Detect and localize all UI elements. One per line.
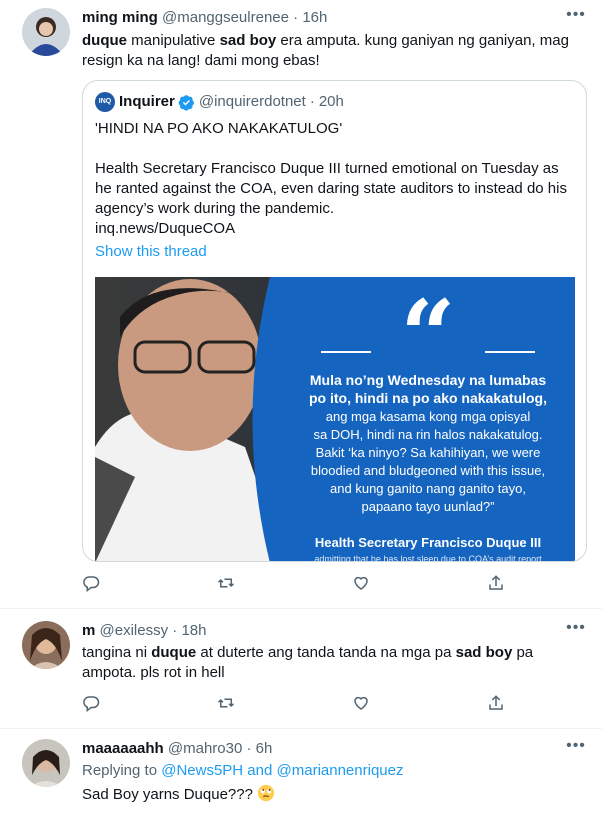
replying-and: and [243,762,277,779]
display-name[interactable]: ming ming [82,9,158,26]
user-handle[interactable]: @manggseulrenee [162,9,289,26]
mention-link[interactable]: @mariannenriquez [277,762,404,779]
quoted-timestamp[interactable]: 20h [319,92,344,112]
quoted-tweet-text: 'HINDI NA PO AKO NAKAKATULOG' Health Sec… [95,119,575,262]
share-icon[interactable] [487,694,507,714]
more-horizontal-icon[interactable]: ••• [564,738,588,759]
quoted-display-name[interactable]: Inquirer [119,92,175,112]
image-quote-bold-1: Mula no’ng Wednesday na lumabas [310,372,546,388]
quoted-body: Health Secretary Francisco Duque III tur… [95,160,567,217]
tweet-header: maaaaaahh @mahro30 · 6h [82,739,272,759]
image-quote-line: bloodied and bludgeoned with this issue, [311,463,545,478]
tweet-actions [82,574,503,594]
share-icon[interactable] [487,574,507,594]
separator-dot: · [309,93,315,110]
quoted-tweet[interactable]: INQ Inquirer @inquirerdotnet · 20h 'HIND… [82,80,587,562]
show-thread-link[interactable]: Show this thread [95,242,575,262]
avatar[interactable] [22,8,70,56]
text-bold: sad boy [219,32,277,49]
image-attribution: Health Secretary Francisco Duque III [315,535,541,550]
user-handle[interactable]: @mahro30 [168,740,242,757]
separator-dot: · [293,9,299,26]
image-quote-line: papaano tayo uunlad?” [361,499,494,514]
quoted-tweet-header: INQ Inquirer @inquirerdotnet · 20h [95,92,344,112]
image-quote-line: sa DOH, hindi na rin halos nakakatulog. [313,427,542,442]
quoted-media-image[interactable]: “ Mula no’ng Wednesday na lumabas po ito… [95,277,575,562]
text-span: manipulative [127,32,220,49]
tweet-text: duque manipulative sad boy era amputa. k… [82,31,582,71]
image-caption: admitting that he has lost sleep due to … [314,554,542,562]
separator-dot: · [172,622,178,639]
tweet[interactable]: m @exilessy · 18h ••• tangina ni duque a… [0,609,602,729]
like-icon[interactable] [352,574,372,594]
text-bold: duque [82,32,127,49]
tweet-actions [82,694,503,714]
more-horizontal-icon[interactable]: ••• [564,7,588,28]
timestamp[interactable]: 6h [256,740,273,757]
image-quote-line: and kung ganito nang ganito tayo, [330,481,526,496]
replying-to-line: Replying to @News5PH and @mariannenrique… [82,761,582,781]
image-quote-line: ang mga kasama kong mga opisyal [326,409,531,424]
tweet-text: Sad Boy yarns Duque??? [82,784,582,805]
face-with-rolling-eyes-emoji [258,784,275,802]
text-span: tangina ni [82,644,152,661]
text-span: Sad Boy yarns Duque??? [82,786,258,803]
tweet[interactable]: maaaaaahh @mahro30 · 6h ••• Replying to … [0,729,602,820]
timestamp[interactable]: 16h [302,9,327,26]
quoted-url-link[interactable]: inq.news/DuqueCOA [95,219,575,239]
image-quote-line: Bakit ‘ka ninyo? Sa kahihiyan, we were [316,445,541,460]
display-name[interactable]: maaaaaahh [82,740,164,757]
text-bold: duque [151,644,197,661]
mention-link[interactable]: @News5PH [161,762,243,779]
text-span: at duterte ang tanda tanda na mga pa [196,644,456,661]
timestamp[interactable]: 18h [181,622,206,639]
image-quote-bold-2: po ito, hindi na po ako nakakatulog, [309,390,547,406]
user-handle[interactable]: @exilessy [100,622,169,639]
separator-dot: · [246,740,252,757]
retweet-icon[interactable] [217,694,237,714]
verified-badge-icon [178,94,194,111]
avatar[interactable] [22,621,70,669]
avatar[interactable] [22,739,70,787]
display-name[interactable]: m [82,622,95,639]
like-icon[interactable] [352,694,372,714]
more-horizontal-icon[interactable]: ••• [564,620,588,641]
replying-prefix: Replying to [82,762,162,779]
tweet-header: m @exilessy · 18h [82,621,206,641]
retweet-icon[interactable] [217,574,237,594]
tweet-header: ming ming @manggseulrenee · 16h [82,8,327,28]
inquirer-logo: INQ [95,92,115,112]
quoted-headline: 'HINDI NA PO AKO NAKAKATULOG' [95,120,343,137]
text-bold: sad boy [455,644,513,661]
tweet[interactable]: ming ming @manggseulrenee · 16h ••• duqu… [0,0,602,609]
quoted-handle[interactable]: @inquirerdotnet [199,92,306,112]
reply-icon[interactable] [82,574,102,594]
reply-icon[interactable] [82,694,102,714]
tweet-text: tangina ni duque at duterte ang tanda ta… [82,643,582,683]
